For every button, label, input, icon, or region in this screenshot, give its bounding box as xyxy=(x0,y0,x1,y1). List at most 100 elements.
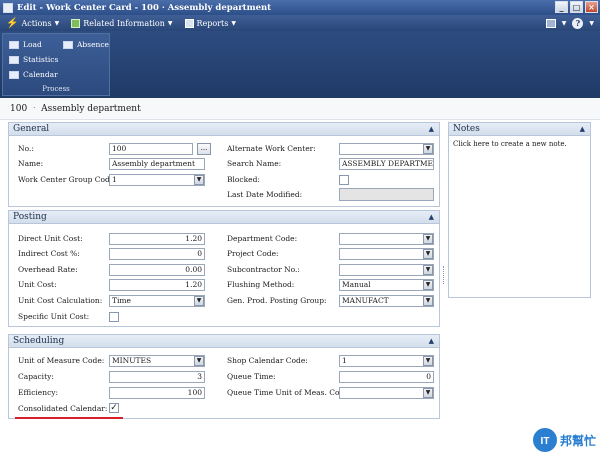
flushing-method-label: Flushing Method: xyxy=(227,280,295,289)
chevron-down-icon: ▼ xyxy=(54,19,60,27)
work-center-group-code-label: Work Center Group Code: xyxy=(18,175,117,184)
load-button[interactable]: Load xyxy=(9,40,42,49)
dropdown-arrow-icon[interactable]: ▼ xyxy=(423,296,433,306)
efficiency-label: Efficiency: xyxy=(18,388,59,397)
capacity-field[interactable]: 3 xyxy=(109,371,205,383)
last-date-modified-label: Last Date Modified: xyxy=(227,190,303,199)
dropdown-arrow-icon[interactable]: ▼ xyxy=(423,388,433,398)
dropdown-arrow-icon[interactable]: ▼ xyxy=(423,249,433,259)
indirect-cost-label: Indirect Cost %: xyxy=(18,249,80,258)
alternate-work-center-field[interactable] xyxy=(339,143,434,155)
gen-prod-posting-group-field[interactable]: MANUFACT xyxy=(339,295,434,307)
queue-time-field[interactable]: 0 xyxy=(339,371,434,383)
gen-prod-posting-group-label: Gen. Prod. Posting Group: xyxy=(227,296,327,305)
absence-label: Absence xyxy=(77,40,109,49)
fasttab-posting-title: Posting xyxy=(13,212,47,222)
fasttab-general-header[interactable]: General ▲ xyxy=(9,123,439,136)
department-code-field[interactable] xyxy=(339,233,434,245)
no-field[interactable]: 100 xyxy=(109,143,193,155)
department-code-label: Department Code: xyxy=(227,234,298,243)
no-assist-button[interactable]: ... xyxy=(197,143,211,155)
search-name-field[interactable]: ASSEMBLY DEPARTMENT xyxy=(339,158,434,170)
fasttab-general-title: General xyxy=(13,124,50,134)
view-icon[interactable] xyxy=(545,18,556,28)
queue-time-unit-field[interactable] xyxy=(339,387,434,399)
subcontractor-no-field[interactable] xyxy=(339,264,434,276)
work-center-group-code-field[interactable]: 1 xyxy=(109,174,205,186)
actions-menu[interactable]: ⚡ Actions ▼ xyxy=(0,15,65,31)
reports-menu[interactable]: Reports ▼ xyxy=(179,15,242,31)
notes-title: Notes xyxy=(453,124,480,134)
calendar-button[interactable]: Calendar xyxy=(9,70,58,79)
no-label: No.: xyxy=(18,144,34,153)
consolidated-calendar-checkbox[interactable]: ✓ xyxy=(109,403,119,413)
shop-calendar-code-field[interactable]: 1 xyxy=(339,355,434,367)
maximize-button[interactable]: □ xyxy=(570,1,583,13)
create-note-link[interactable]: Click here to create a new note. xyxy=(449,136,590,152)
unit-cost-label: Unit Cost: xyxy=(18,280,57,289)
name-field[interactable]: Assembly department xyxy=(109,158,205,170)
help-dropdown-icon[interactable]: ▼ xyxy=(589,20,594,27)
minimize-button[interactable]: _ xyxy=(555,1,568,13)
chevron-up-icon[interactable]: ▲ xyxy=(580,125,585,133)
related-information-label: Related Information xyxy=(83,18,165,28)
blocked-checkbox[interactable] xyxy=(339,175,349,185)
page-title-separator: · xyxy=(33,105,36,112)
chevron-up-icon[interactable]: ▲ xyxy=(429,213,434,221)
dropdown-arrow-icon[interactable]: ▼ xyxy=(423,356,433,366)
watermark-text-it: IT xyxy=(541,436,550,447)
project-code-label: Project Code: xyxy=(227,249,279,258)
specific-unit-cost-checkbox[interactable] xyxy=(109,312,119,322)
chevron-up-icon[interactable]: ▲ xyxy=(429,125,434,133)
related-information-menu[interactable]: Related Information ▼ xyxy=(65,15,178,31)
dropdown-arrow-icon[interactable]: ▼ xyxy=(194,175,204,185)
pane-splitter[interactable] xyxy=(443,266,445,284)
specific-unit-cost-label: Specific Unit Cost: xyxy=(18,312,90,321)
dropdown-arrow-icon[interactable]: ▼ xyxy=(194,356,204,366)
close-button[interactable]: × xyxy=(585,1,598,13)
name-label: Name: xyxy=(18,159,44,168)
watermark-text-cn: 邦幫忙 xyxy=(560,433,596,448)
flushing-method-field[interactable]: Manual xyxy=(339,279,434,291)
reports-label: Reports xyxy=(196,18,229,28)
fasttab-scheduling-title: Scheduling xyxy=(13,336,65,346)
notes-header[interactable]: Notes ▲ xyxy=(449,123,590,136)
unit-cost-field[interactable]: 1.20 xyxy=(109,279,205,291)
direct-unit-cost-field[interactable]: 1.20 xyxy=(109,233,205,245)
overhead-rate-field[interactable]: 0.00 xyxy=(109,264,205,276)
statistics-label: Statistics xyxy=(23,55,59,64)
indirect-cost-field[interactable]: 0 xyxy=(109,248,205,260)
notes-factbox: Notes ▲ Click here to create a new note. xyxy=(448,122,591,298)
dropdown-arrow-icon[interactable]: ▼ xyxy=(423,265,433,275)
unit-cost-calculation-field[interactable]: Time xyxy=(109,295,205,307)
queue-time-unit-label: Queue Time Unit of Meas. Code: xyxy=(227,388,352,397)
dropdown-arrow-icon[interactable]: ▼ xyxy=(423,234,433,244)
fasttab-scheduling-header[interactable]: Scheduling ▲ xyxy=(9,335,439,348)
view-dropdown-icon[interactable]: ▼ xyxy=(562,20,567,27)
absence-button[interactable]: Absence xyxy=(63,40,109,49)
page-title: 100 · Assembly department xyxy=(0,98,600,120)
absence-icon xyxy=(63,40,73,49)
help-icon[interactable]: ? xyxy=(572,17,584,29)
related-info-icon xyxy=(71,18,81,28)
highlight-underline xyxy=(15,417,123,419)
search-name-label: Search Name: xyxy=(227,159,282,168)
fasttab-posting-header[interactable]: Posting ▲ xyxy=(9,211,439,224)
fasttab-general: General ▲ No.: 100 ... Name: Assembly de… xyxy=(8,122,440,207)
ribbon-group-label: Process xyxy=(42,85,70,93)
app-icon xyxy=(3,2,13,13)
unit-of-measure-code-field[interactable]: MINUTES xyxy=(109,355,205,367)
dropdown-arrow-icon[interactable]: ▼ xyxy=(423,144,433,154)
dropdown-arrow-icon[interactable]: ▼ xyxy=(423,280,433,290)
shop-calendar-code-label: Shop Calendar Code: xyxy=(227,356,308,365)
chevron-up-icon[interactable]: ▲ xyxy=(429,337,434,345)
project-code-field[interactable] xyxy=(339,248,434,260)
efficiency-field[interactable]: 100 xyxy=(109,387,205,399)
page-title-name: Assembly department xyxy=(41,103,141,114)
dropdown-arrow-icon[interactable]: ▼ xyxy=(194,296,204,306)
reports-icon xyxy=(184,18,194,28)
statistics-button[interactable]: Statistics xyxy=(9,55,58,64)
consolidated-calendar-label: Consolidated Calendar: xyxy=(18,404,108,413)
load-label: Load xyxy=(23,40,42,49)
lightning-icon: ⚡ xyxy=(6,17,19,29)
